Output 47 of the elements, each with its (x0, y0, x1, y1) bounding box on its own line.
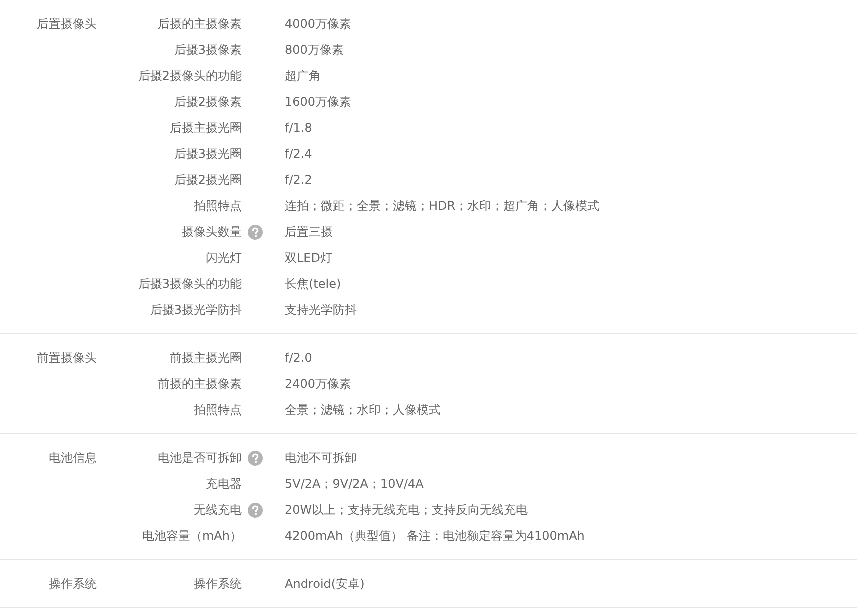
param-value: 长焦(tele) (285, 276, 342, 290)
param-value: 后置三摄 (285, 224, 333, 238)
param-value: 4000万像素 (285, 16, 352, 30)
param-value: 支持光学防抖 (285, 302, 357, 316)
param-value: 800万像素 (285, 42, 344, 56)
param-value: f/2.4 (285, 147, 312, 161)
param-value: 2400万像素 (285, 376, 352, 390)
param-name: 后摄3摄光圈 (174, 146, 242, 160)
param-value: 连拍；微距；全景；滤镜；HDR；水印；超广角；人像模式 (285, 198, 600, 212)
param-value: f/2.2 (285, 173, 312, 187)
section-title: 后置摄像头 (37, 17, 97, 31)
param-name: 后摄2摄像头的功能 (138, 68, 242, 82)
param-name: 充电器 (206, 476, 242, 490)
param-value: f/1.8 (285, 121, 312, 135)
param-value: 4200mAh（典型值） 备注：电池额定容量为4100mAh (285, 528, 585, 542)
param-name: 摄像头数量 (182, 224, 242, 238)
param-name: 闪光灯 (206, 250, 242, 264)
param-name: 无线充电 (194, 502, 242, 516)
param-value: 1600万像素 (285, 94, 352, 108)
param-value: 电池不可拆卸 (285, 450, 357, 464)
param-name: 拍照特点 (194, 198, 242, 212)
param-value: Android(安卓) (285, 576, 365, 590)
param-value: 双LED灯 (285, 250, 333, 264)
help-icon[interactable] (248, 450, 263, 466)
param-value: 20W以上；支持无线充电；支持反向无线充电 (285, 502, 528, 516)
param-name: 前摄的主摄像素 (158, 376, 242, 390)
param-value: f/2.0 (285, 351, 312, 365)
param-value: 全景；滤镜；水印；人像模式 (285, 402, 441, 416)
param-name: 后摄2摄像素 (174, 94, 242, 108)
param-name: 后摄3摄像素 (174, 42, 242, 56)
param-name: 电池是否可拆卸 (158, 450, 242, 464)
param-value: 5V/2A；9V/2A；10V/4A (285, 476, 424, 490)
param-name: 后摄2摄光圈 (174, 172, 242, 186)
param-name: 后摄3摄像头的功能 (138, 276, 242, 290)
param-value: 超广角 (285, 68, 321, 82)
param-name: 拍照特点 (194, 402, 242, 416)
param-name: 后摄的主摄像素 (158, 16, 242, 30)
help-icon[interactable] (248, 224, 263, 240)
section-title: 操作系统 (49, 577, 97, 591)
param-name: 前摄主摄光圈 (170, 350, 242, 364)
param-name: 后摄主摄光圈 (170, 120, 242, 134)
section-title: 前置摄像头 (37, 351, 97, 365)
param-name: 操作系统 (194, 576, 242, 590)
help-icon[interactable] (248, 502, 263, 518)
section-title: 电池信息 (49, 451, 97, 465)
param-name: 电池容量（mAh） (142, 528, 242, 542)
param-name: 后摄3摄光学防抖 (150, 302, 242, 316)
